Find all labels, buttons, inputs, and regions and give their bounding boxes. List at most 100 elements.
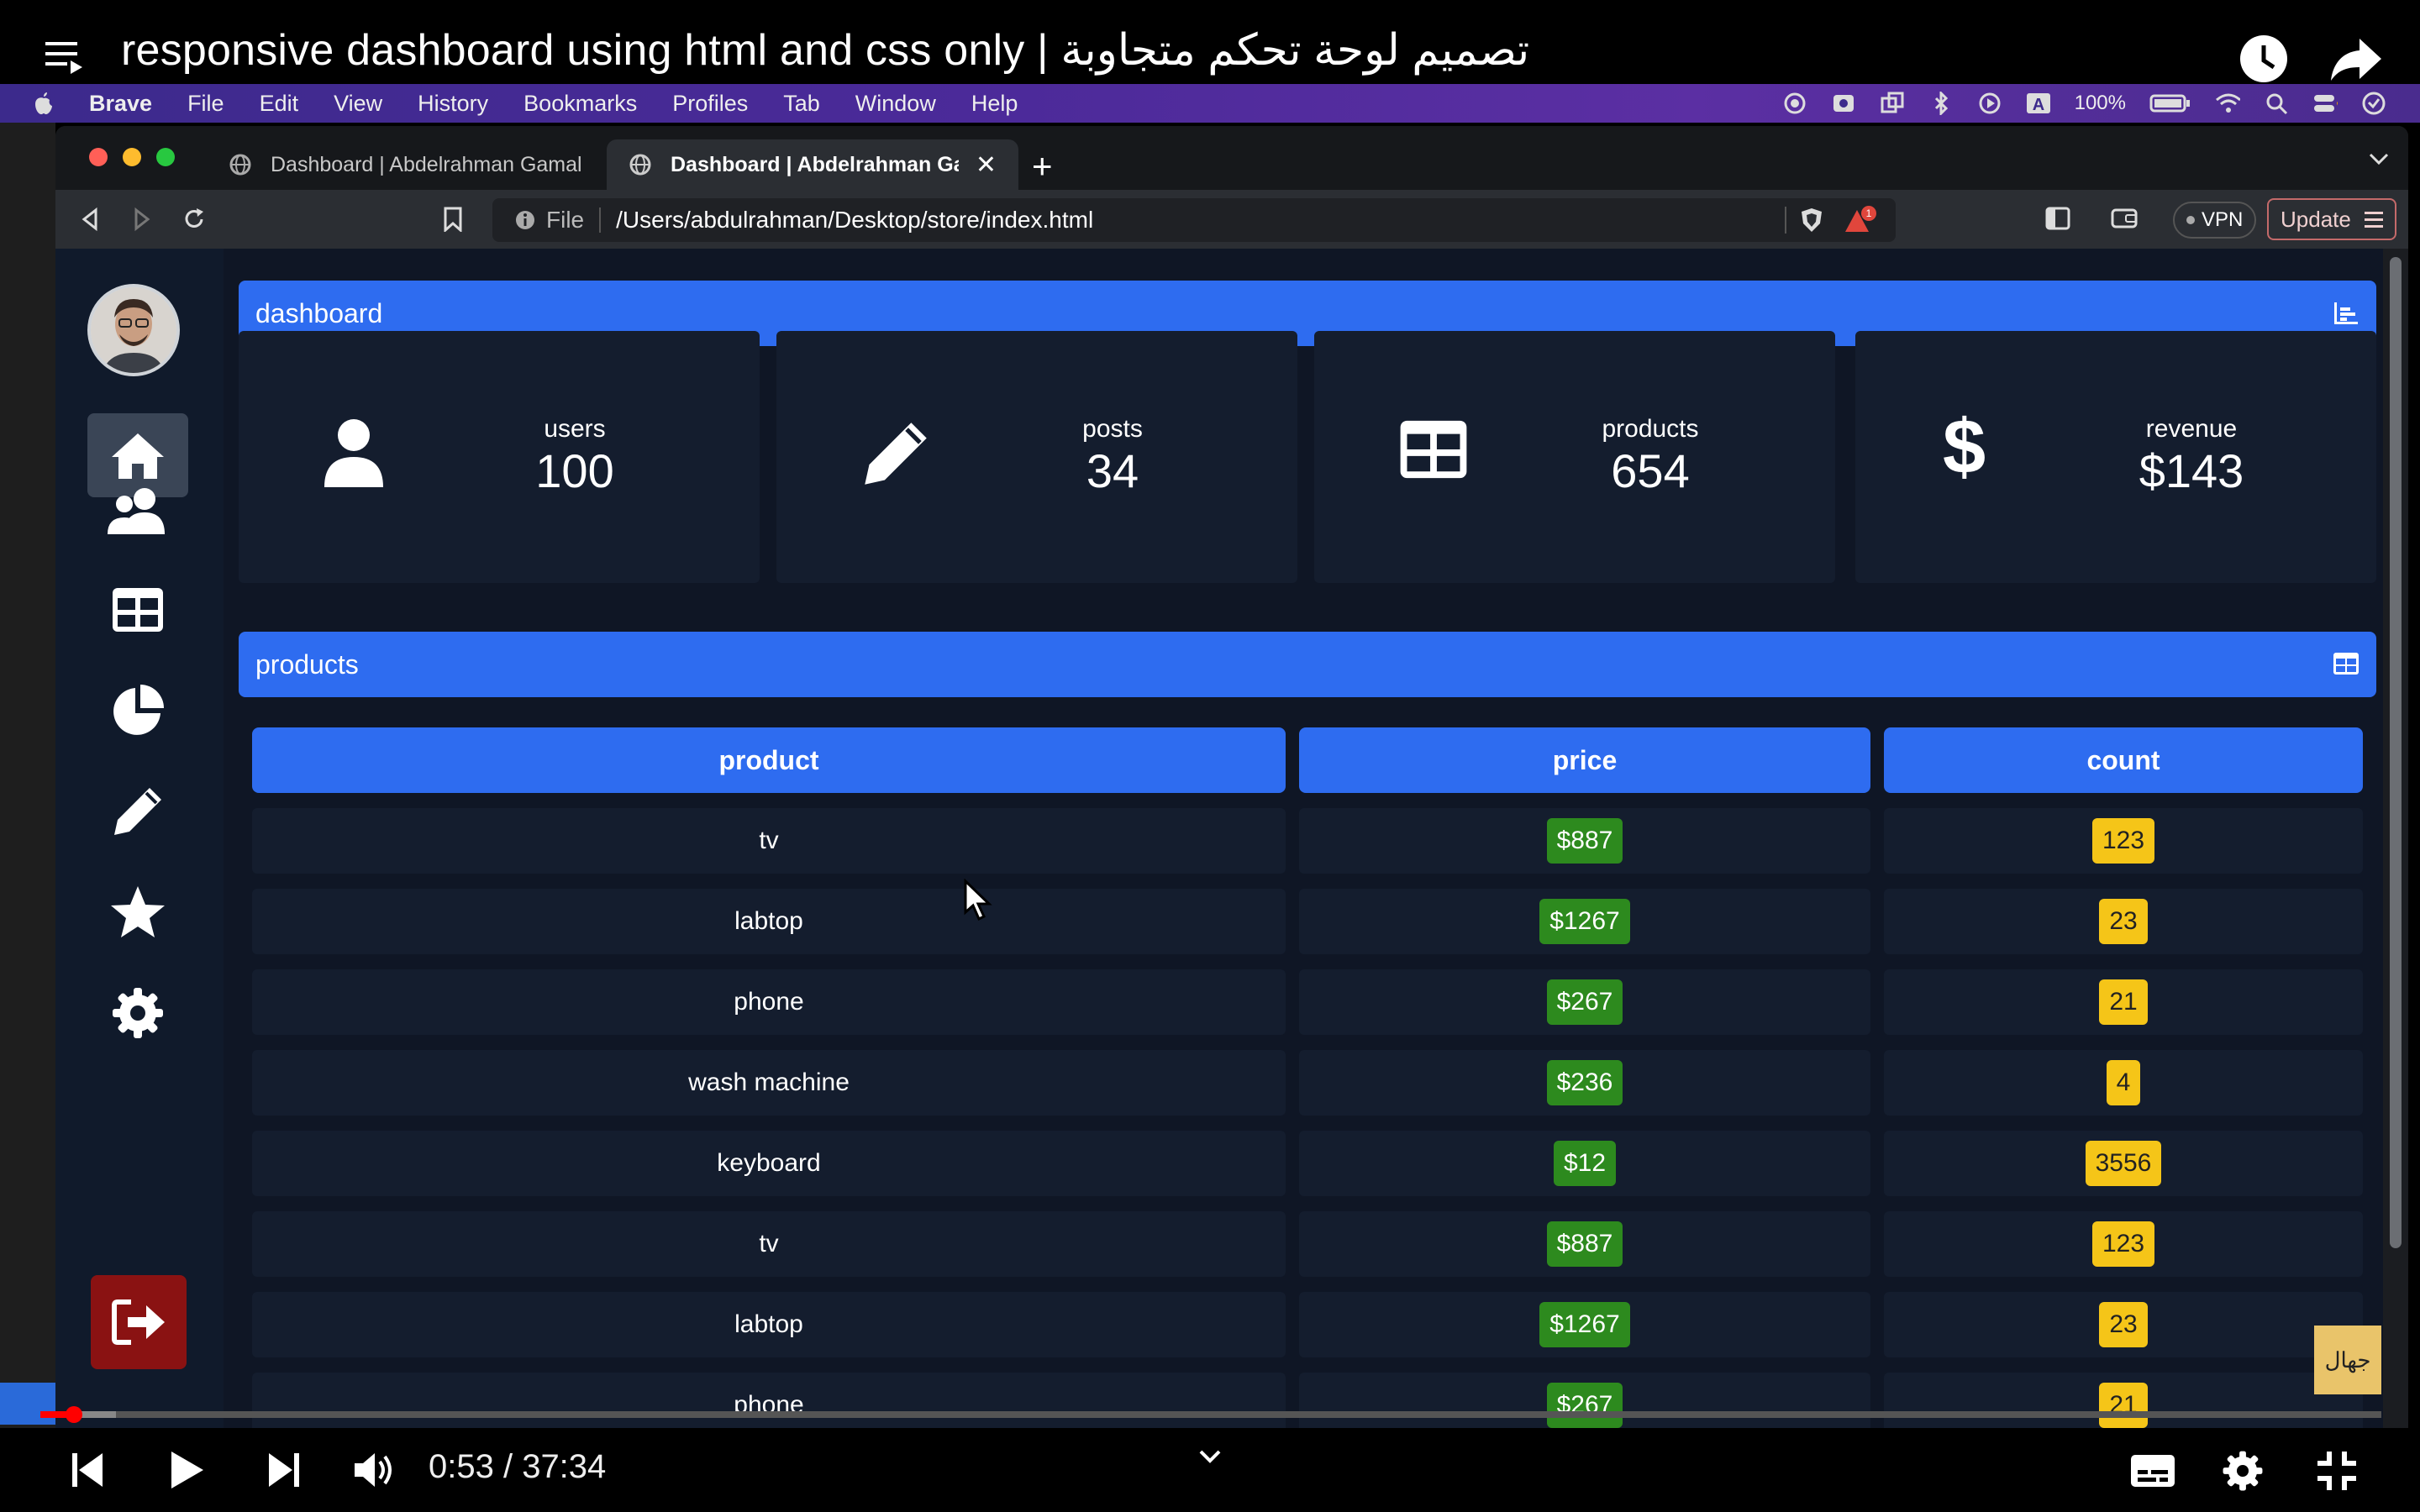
- previous-icon[interactable]: [71, 1452, 104, 1488]
- menu-app-brave[interactable]: Brave: [89, 91, 152, 117]
- sidebar-item-posts[interactable]: [87, 769, 188, 853]
- video-title[interactable]: responsive dashboard using html and css …: [121, 25, 1529, 76]
- info-icon[interactable]: [514, 209, 536, 231]
- screenshot-icon[interactable]: [1831, 91, 1856, 116]
- tab-dashboard-1[interactable]: Dashboard | Abdelrahman Gamal: [207, 139, 660, 190]
- mac-menubar: Brave File Edit View History Bookmarks P…: [0, 84, 2420, 123]
- avatar[interactable]: [87, 284, 180, 376]
- sidebar-item-settings[interactable]: [87, 971, 188, 1055]
- sidebar-item-users[interactable]: [87, 469, 188, 553]
- brave-shields-icon[interactable]: [1800, 207, 1823, 234]
- reload-icon[interactable]: [182, 207, 207, 232]
- minimize-window-button[interactable]: [123, 148, 141, 166]
- close-window-button[interactable]: [89, 148, 108, 166]
- video-controls: 0:53 / 37:34: [0, 1428, 2420, 1512]
- play-circle-icon[interactable]: [1977, 91, 2002, 116]
- cell-count: 23: [1884, 889, 2363, 954]
- sidebar-item-products[interactable]: [87, 568, 188, 652]
- cell-count: 23: [1884, 1292, 2363, 1357]
- cell-product: labtop: [252, 1292, 1286, 1357]
- price-badge: $887: [1546, 1221, 1623, 1267]
- next-icon[interactable]: [267, 1452, 301, 1488]
- dashboard-title: dashboard: [255, 297, 383, 328]
- settings-gear-icon[interactable]: [2222, 1450, 2264, 1492]
- editor-status-stripe: [0, 1383, 55, 1425]
- tab-search-chevron-icon[interactable]: [2368, 151, 2390, 166]
- play-icon[interactable]: [168, 1450, 205, 1490]
- brave-rewards-icon[interactable]: 1: [1844, 205, 1877, 235]
- forward-icon[interactable]: [129, 207, 155, 232]
- menu-tab[interactable]: Tab: [783, 91, 820, 117]
- sidebar-item-analytics[interactable]: [87, 669, 188, 753]
- star-icon: [109, 885, 166, 940]
- progress-scrubber[interactable]: [66, 1406, 82, 1423]
- volume-icon[interactable]: [353, 1452, 395, 1488]
- globe-icon: [229, 153, 252, 176]
- stat-label: revenue: [2145, 415, 2238, 443]
- watch-later-icon[interactable]: [2238, 34, 2289, 84]
- wifi-icon[interactable]: [2215, 91, 2240, 116]
- column-header-product[interactable]: product: [252, 727, 1286, 793]
- channel-watermark[interactable]: جهال: [2314, 1326, 2381, 1394]
- sidebar-toggle-icon[interactable]: [2045, 207, 2070, 230]
- address-bar[interactable]: File /Users/abdulrahman/Desktop/store/in…: [492, 198, 1896, 242]
- siri-icon[interactable]: [2361, 91, 2386, 116]
- playlist-icon[interactable]: [42, 39, 86, 82]
- battery-icon[interactable]: [2149, 91, 2191, 116]
- windows-icon[interactable]: [1880, 91, 1905, 116]
- price-badge: $236: [1546, 1060, 1623, 1105]
- menu-file[interactable]: File: [187, 91, 224, 117]
- logout-button[interactable]: [91, 1275, 187, 1369]
- stat-card-products: products 654: [1314, 331, 1835, 583]
- update-button[interactable]: Update: [2267, 198, 2396, 240]
- price-badge: $1267: [1539, 899, 1630, 944]
- close-tab-icon[interactable]: ✕: [976, 150, 997, 180]
- scrollbar-thumb[interactable]: [2390, 257, 2402, 1248]
- pencil-icon: [111, 785, 165, 838]
- wallet-icon[interactable]: [2111, 207, 2139, 230]
- apple-icon[interactable]: [34, 92, 54, 115]
- products-header: products: [239, 632, 2376, 697]
- subtitles-icon[interactable]: [2129, 1453, 2176, 1488]
- price-badge: $12: [1553, 1141, 1617, 1186]
- column-header-price[interactable]: price: [1299, 727, 1870, 793]
- vpn-button[interactable]: VPN: [2173, 202, 2257, 239]
- menu-bookmarks[interactable]: Bookmarks: [523, 91, 637, 117]
- share-icon[interactable]: [2329, 34, 2383, 84]
- cell-product: keyboard: [252, 1131, 1286, 1196]
- menu-view[interactable]: View: [334, 91, 382, 117]
- back-icon[interactable]: [77, 207, 103, 232]
- url-separator: [599, 207, 602, 233]
- table-row: keyboard $12 3556: [252, 1131, 2363, 1200]
- column-header-count[interactable]: count: [1884, 727, 2363, 793]
- stat-card-revenue: $ revenue $143: [1855, 331, 2376, 583]
- menu-profiles[interactable]: Profiles: [672, 91, 748, 117]
- menu-history[interactable]: History: [418, 91, 488, 117]
- table-icon: [111, 586, 165, 633]
- tab-dashboard-2[interactable]: Dashboard | Abdelrahman Gam ✕: [607, 139, 1018, 190]
- keyboard-input-icon[interactable]: A: [2026, 91, 2051, 116]
- table-row: phone $267 21: [252, 1373, 2363, 1428]
- cell-product: labtop: [252, 889, 1286, 954]
- sidebar-item-favorites[interactable]: [87, 870, 188, 954]
- bookmark-icon[interactable]: [442, 207, 464, 232]
- control-center-icon[interactable]: [2312, 91, 2338, 116]
- table-row: tv $887 123: [252, 1211, 2363, 1280]
- menu-window[interactable]: Window: [855, 91, 936, 117]
- products-title: products: [255, 648, 359, 680]
- mouse-cursor: [963, 879, 997, 924]
- chapters-chevron-icon[interactable]: [1198, 1448, 1222, 1465]
- update-label: Update: [2281, 206, 2351, 232]
- url-text[interactable]: /Users/abdulrahman/Desktop/store/index.h…: [616, 207, 1093, 234]
- product-name: keyboard: [717, 1149, 821, 1177]
- video-progress-bar[interactable]: [40, 1406, 2381, 1423]
- exit-fullscreen-icon[interactable]: [2316, 1450, 2358, 1492]
- spotlight-search-icon[interactable]: [2264, 91, 2289, 116]
- bluetooth-icon[interactable]: [1928, 91, 1954, 116]
- menu-help[interactable]: Help: [971, 91, 1018, 117]
- zoom-window-button[interactable]: [156, 148, 175, 166]
- menu-edit[interactable]: Edit: [260, 91, 299, 117]
- new-tab-button[interactable]: +: [1032, 146, 1053, 186]
- page-scrollbar[interactable]: [2383, 249, 2408, 1428]
- record-icon[interactable]: [1782, 91, 1807, 116]
